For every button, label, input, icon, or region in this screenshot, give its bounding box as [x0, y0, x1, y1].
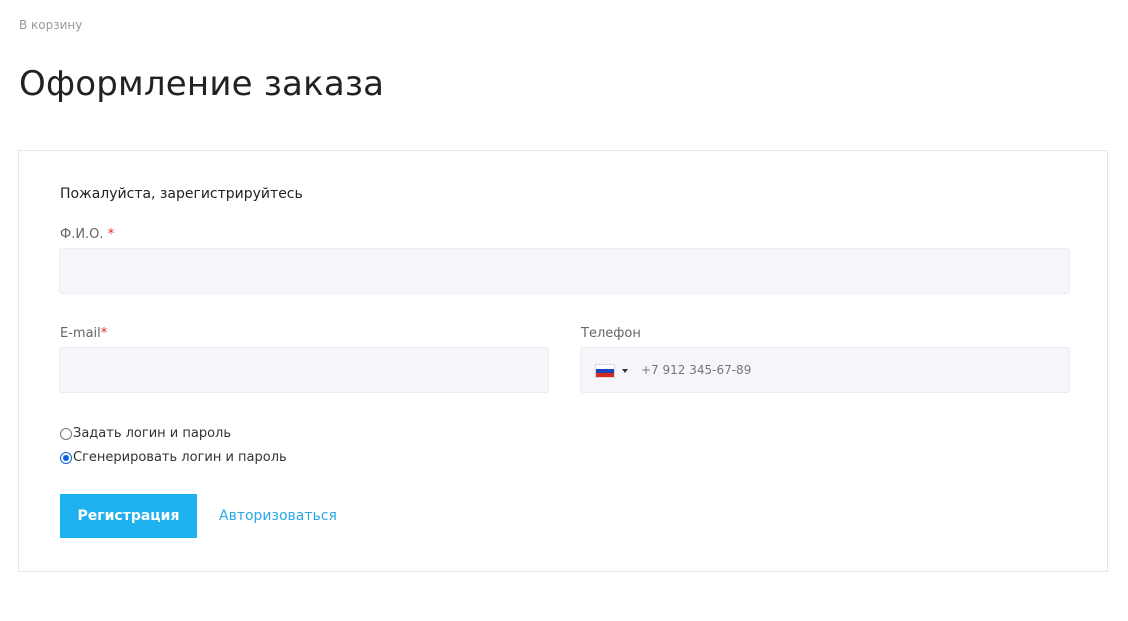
radio-set-login-control[interactable]	[60, 427, 72, 440]
fio-required-mark: *	[107, 227, 115, 242]
phone-placeholder: +7 912 345-67-89	[641, 363, 752, 377]
email-input[interactable]	[59, 347, 549, 393]
phone-label: Телефон	[581, 326, 641, 341]
radio-set-login[interactable]: Задать логин и пароль	[60, 426, 231, 441]
register-button[interactable]: Регистрация	[60, 494, 197, 538]
email-required-mark: *	[100, 326, 108, 341]
fio-input[interactable]	[59, 248, 1070, 294]
email-label: E-mail*	[60, 326, 107, 341]
page-title: Оформление заказа	[19, 64, 385, 104]
radio-generate-login-control[interactable]	[60, 451, 72, 464]
russia-flag-icon	[595, 364, 615, 378]
back-to-cart-link[interactable]: В корзину	[19, 18, 82, 32]
fio-label-text: Ф.И.О.	[60, 227, 104, 242]
phone-input[interactable]: +7 912 345-67-89	[580, 347, 1070, 393]
radio-generate-login[interactable]: Сгенерировать логин и пароль	[60, 450, 287, 465]
email-label-text: E-mail	[60, 326, 101, 341]
login-link[interactable]: Авторизоваться	[219, 508, 337, 524]
radio-set-login-label: Задать логин и пароль	[73, 426, 232, 441]
form-heading: Пожалуйста, зарегистрируйтесь	[60, 186, 303, 202]
radio-generate-login-label: Сгенерировать логин и пароль	[73, 450, 287, 465]
fio-label: Ф.И.О. *	[60, 227, 114, 242]
registration-card: Пожалуйста, зарегистрируйтесь Ф.И.О. * E…	[18, 150, 1108, 572]
chevron-down-icon	[622, 369, 628, 373]
country-selector[interactable]	[595, 364, 628, 378]
